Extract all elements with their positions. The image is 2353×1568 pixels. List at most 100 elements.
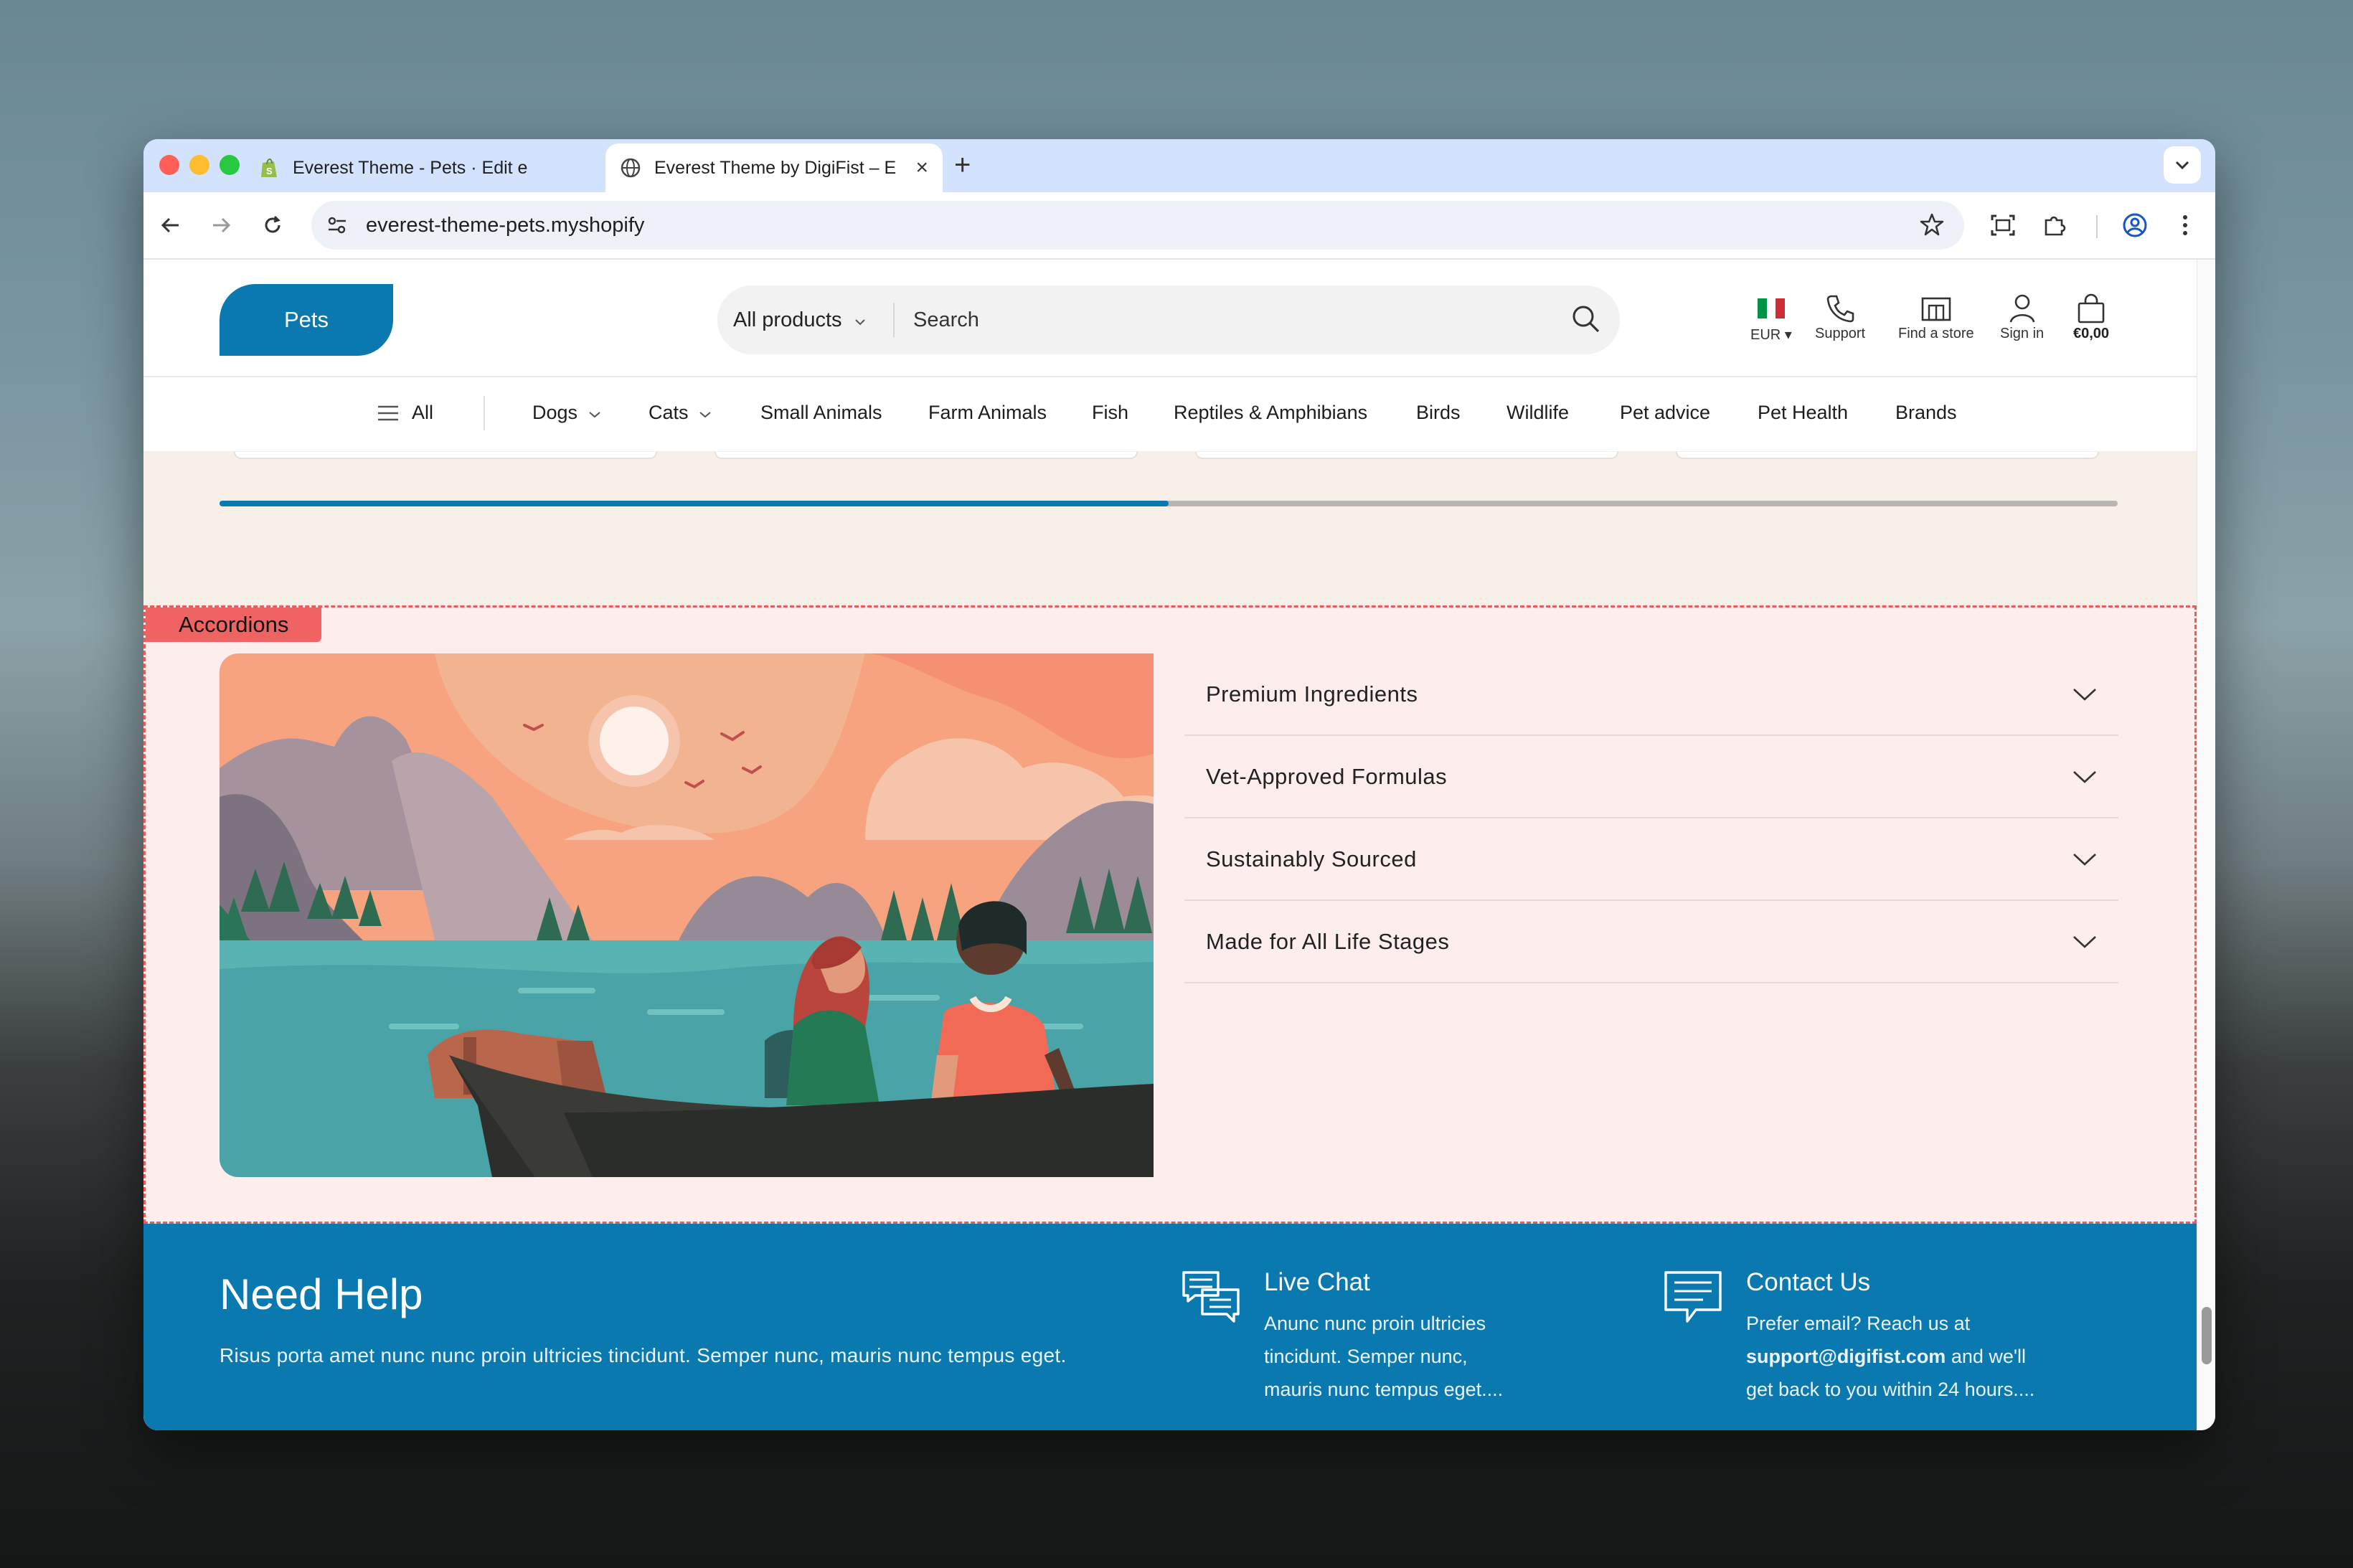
contact-line: Prefer email? Reach us at [1746,1313,1971,1334]
extensions-button[interactable] [2037,208,2072,242]
chevron-down-icon [588,412,600,418]
sign-in-label: Sign in [2000,326,2045,341]
slider-card[interactable] [1676,452,2099,459]
search-category-select[interactable]: All products [733,308,867,332]
tab-title: Everest Theme by DigiFist – E [654,157,897,178]
toolbar-divider [2096,215,2098,238]
store-icon [1920,291,1952,326]
globe-icon [620,157,641,179]
site-settings-icon[interactable] [326,214,349,240]
url-text: everest-theme-pets.myshopify [366,214,645,237]
user-icon [2008,291,2037,326]
contact-email-link[interactable]: support@digifist.com [1746,1346,1946,1367]
nav-all-menu[interactable]: All [377,402,433,424]
contact-line: support@digifist.com and we'll [1746,1340,2034,1373]
arrow-left-icon [161,217,179,233]
tab-search-button[interactable] [2164,146,2201,184]
reload-icon [265,215,280,233]
message-icon [1663,1268,1723,1328]
accordion-item-sustainably-sourced[interactable]: Sustainably Sourced [1184,818,2118,901]
site-logo[interactable]: Pets [220,284,393,356]
browser-menu-button[interactable] [2168,208,2202,242]
slider-card[interactable] [234,452,657,459]
shopping-bag-icon [2076,291,2106,326]
browser-toolbar: everest-theme-pets.myshopify [143,192,2215,260]
search-icon[interactable] [1570,303,1603,336]
minimize-window-button[interactable] [189,155,209,175]
nav-item-cats[interactable]: Cats [649,402,712,424]
new-tab-button[interactable]: + [954,149,971,181]
phone-icon [1825,291,1855,326]
maximize-window-button[interactable] [220,155,240,175]
shopify-icon: S [258,157,280,179]
accordions-section: Accordions Premium Ingredients Vet-Appro… [143,605,2197,1224]
screen-capture-button[interactable] [1986,208,2020,242]
live-chat-line: tincidunt. Semper nunc, [1264,1346,1468,1367]
cart-link[interactable]: €0,00 [2073,291,2109,342]
search-input[interactable]: Search [913,308,979,332]
accordion-item-premium-ingredients[interactable]: Premium Ingredients [1184,653,2118,736]
nav-item-wildlife[interactable]: Wildlife [1506,402,1569,424]
cart-total: €0,00 [2073,326,2110,341]
chevron-down-icon [2175,161,2189,170]
slider-progress-track[interactable] [220,501,2118,506]
help-title: Need Help [220,1270,423,1318]
nav-item-birds[interactable]: Birds [1416,402,1461,424]
page-scrollbar[interactable] [2197,260,2215,1430]
screenshot-icon [1991,214,2015,236]
back-button[interactable] [154,208,188,242]
nav-item-small-animals[interactable]: Small Animals [760,402,882,424]
arrow-right-icon [213,217,231,233]
nav-item-dogs[interactable]: Dogs [532,402,602,424]
tab-everest-theme[interactable]: Everest Theme by DigiFist – E × [605,143,943,192]
contact-title: Contact Us [1746,1268,1871,1296]
reload-button[interactable] [255,208,290,242]
find-store-link[interactable]: Find a store [1898,291,1974,342]
slider-progress-fill [220,501,1169,506]
browser-window: S Everest Theme - Pets · Edit e × Everes… [143,139,2215,1430]
currency-selector[interactable]: EUR ▾ [1750,291,1792,344]
accordion-title: Premium Ingredients [1206,681,1418,707]
puzzle-icon [2045,216,2066,236]
close-tab-icon[interactable]: × [915,156,928,180]
live-chat-block[interactable]: Live Chat Anunc nunc proin ultricies tin… [1264,1268,1503,1406]
search-category-label: All products [733,308,842,331]
chevron-down-icon [854,319,865,326]
sign-in-link[interactable]: Sign in [2000,291,2044,342]
nav-item-fish[interactable]: Fish [1092,402,1128,424]
need-help-section: Need Help Risus porta amet nunc nunc pro… [143,1224,2197,1430]
nav-item-pet-advice[interactable]: Pet advice [1620,402,1710,424]
address-bar[interactable]: everest-theme-pets.myshopify [311,201,1964,250]
chevron-down-icon [2073,688,2096,701]
nav-item-pet-health[interactable]: Pet Health [1758,402,1848,424]
section-editor-tag[interactable]: Accordions [146,608,322,642]
profile-button[interactable] [2118,208,2152,242]
chevron-down-icon [2073,935,2096,948]
find-store-label: Find a store [1898,326,1974,341]
accordion-title: Made for All Life Stages [1206,928,1450,954]
nav-divider [484,396,485,430]
nav-all-label: All [412,402,434,423]
hamburger-menu-icon [378,405,398,420]
category-nav: All Dogs Cats Small Animals Farm Animals… [143,377,2197,452]
accordion-item-vet-approved[interactable]: Vet-Approved Formulas [1184,736,2118,818]
live-chat-line: Anunc nunc proin ultricies [1264,1313,1486,1334]
accordion-title: Sustainably Sourced [1206,846,1417,872]
close-window-button[interactable] [159,155,179,175]
bookmark-star-icon[interactable] [1920,212,1944,240]
scrollbar-thumb[interactable] [2202,1307,2212,1364]
contact-line-suffix: and we'll [1946,1346,2027,1367]
slider-card[interactable] [715,452,1138,459]
nav-item-farm-animals[interactable]: Farm Animals [928,402,1047,424]
nav-item-reptiles-amphibians[interactable]: Reptiles & Amphibians [1174,402,1367,424]
forward-button[interactable] [204,208,238,242]
support-link[interactable]: Support [1815,291,1865,342]
chevron-down-icon [699,412,711,418]
profile-icon [2123,213,2147,237]
nav-item-label: Cats [649,402,689,423]
accordion-item-all-life-stages[interactable]: Made for All Life Stages [1184,901,2118,983]
slider-card[interactable] [1195,452,1618,459]
currency-label: EUR ▾ [1750,327,1792,343]
nav-item-brands[interactable]: Brands [1895,402,1957,424]
nav-item-label: Dogs [532,402,578,423]
